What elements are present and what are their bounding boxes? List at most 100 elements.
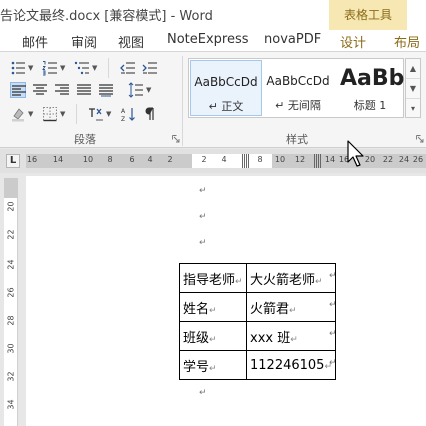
borders-icon[interactable] <box>42 106 58 122</box>
ruler-tick: 14 <box>324 155 336 164</box>
styles-gallery-scroll: ▲ ▼ ▾ <box>405 58 421 118</box>
svg-text:A: A <box>121 108 126 115</box>
borders-dropdown-icon[interactable]: ▼ <box>60 110 65 118</box>
table-cell[interactable]: 班级↵ <box>179 321 247 351</box>
numbering-dropdown-icon[interactable]: ▼ <box>60 64 65 72</box>
ruler-tick: 16 <box>26 155 38 164</box>
cell-end-mark: ↵ <box>209 363 217 374</box>
cell-end-mark: ↵ <box>235 276 243 287</box>
ruler-tick: 6 <box>129 155 135 164</box>
group-divider <box>182 56 183 146</box>
divider <box>108 58 109 78</box>
styles-dialog-launcher-icon[interactable] <box>416 135 424 143</box>
tab-review[interactable]: 审阅 <box>71 32 97 51</box>
tab-novapdf[interactable]: novaPDF <box>264 32 321 47</box>
ruler-tick: 24 <box>6 259 16 270</box>
style-sample: AaBb <box>340 66 405 91</box>
paragraph-mark: ↵ <box>199 212 207 222</box>
align-left-icon[interactable] <box>10 82 26 98</box>
cell-end-mark: ↵ <box>289 305 297 316</box>
text-direction-dropdown-icon[interactable]: ▼ <box>106 110 111 118</box>
row-end-mark: ↵ <box>329 300 337 310</box>
paragraph-dialog-launcher-icon[interactable] <box>172 135 180 143</box>
ruler-tick: 30 <box>6 343 16 354</box>
bullets-icon[interactable] <box>10 60 26 76</box>
ruler-tick: 8 <box>257 155 263 164</box>
svg-text:Z: Z <box>121 116 125 122</box>
justify-icon[interactable] <box>76 82 92 98</box>
numbering-icon[interactable] <box>42 60 58 76</box>
ruler-tick: 26 <box>6 287 16 298</box>
mouse-pointer-icon <box>347 140 364 167</box>
ruler-tick: 4 <box>221 155 227 164</box>
info-table[interactable]: 指导老师↵ 大火箭老师↵ 姓名↵ 火箭君↵ 班级↵ xxx 班↵ 学号↵ 112… <box>179 263 336 380</box>
decrease-indent-icon[interactable] <box>120 60 136 76</box>
styles-gallery: AaBbCcDd ↵ 正文 AaBbCcDd ↵ 无间隔 AaBb 标题 1 <box>188 58 404 118</box>
tab-noteexpress[interactable]: NoteExpress <box>167 32 249 47</box>
multilevel-dropdown-icon[interactable]: ▼ <box>92 64 97 72</box>
cell-text: xxx 班 <box>250 330 291 346</box>
text-direction-icon[interactable] <box>88 106 104 122</box>
show-hide-marks-icon[interactable] <box>142 106 158 122</box>
column-marker[interactable] <box>242 154 249 168</box>
shading-icon[interactable] <box>10 106 26 122</box>
tab-design[interactable]: 设计 <box>340 32 366 51</box>
gallery-up-icon[interactable]: ▲ <box>406 59 420 79</box>
table-cell[interactable]: 学号↵ <box>179 350 247 380</box>
ruler-tick: 22 <box>6 229 16 240</box>
ruler-tick: 2 <box>167 155 173 164</box>
table-cell[interactable]: 大火箭老师↵ <box>246 263 336 293</box>
distributed-icon[interactable] <box>98 82 114 98</box>
tab-mailings[interactable]: 邮件 <box>22 32 48 51</box>
style-name: ↵ 无间隔 <box>275 99 321 112</box>
multilevel-list-icon[interactable] <box>74 60 90 76</box>
ruler-tick: 20 <box>364 155 376 164</box>
horizontal-ruler[interactable]: 16 14 10 8 6 4 2 2 4 8 10 12 14 16 20 22… <box>26 154 426 168</box>
align-center-icon[interactable] <box>32 82 48 98</box>
table-row: 学号↵ 112246105↵ <box>179 350 336 380</box>
divider <box>76 104 77 124</box>
line-spacing-dropdown-icon[interactable]: ▼ <box>146 86 151 94</box>
ribbon: ▼ ▼ ▼ ▼ ▼ ▼ ▼ AZ 段落 AaBbCcDd ↵ 正文 AaBbCc… <box>0 52 426 148</box>
window-title: 告论文最终.docx [兼容模式] - Word <box>0 9 213 24</box>
cell-text: 学号 <box>183 359 210 375</box>
cell-text: 112246105 <box>250 357 325 373</box>
tab-view[interactable]: 视图 <box>118 32 144 51</box>
paragraph-mark: ↵ <box>199 238 207 248</box>
style-heading-1[interactable]: AaBb 标题 1 <box>334 60 406 116</box>
tab-selector[interactable]: L <box>6 154 20 168</box>
title-bar: 告论文最终.docx [兼容模式] - Word 表格工具 <box>0 0 426 30</box>
gallery-down-icon[interactable]: ▼ <box>406 79 420 99</box>
style-normal[interactable]: AaBbCcDd ↵ 正文 <box>190 60 262 116</box>
cell-text: 火箭君 <box>250 301 290 317</box>
cell-end-mark: ↵ <box>315 276 323 287</box>
column-marker[interactable] <box>314 154 321 168</box>
ruler-tick: 26 <box>412 155 424 164</box>
table-row: 班级↵ xxx 班↵ <box>179 321 336 351</box>
bullets-dropdown-icon[interactable]: ▼ <box>28 64 33 72</box>
table-cell[interactable]: 指导老师↵ <box>179 263 247 293</box>
tab-layout[interactable]: 布局 <box>394 32 420 51</box>
table-row: 指导老师↵ 大火箭老师↵ <box>179 263 336 293</box>
table-cell[interactable]: 112246105 ↵ <box>246 350 336 380</box>
table-cell[interactable]: 姓名↵ <box>179 292 247 322</box>
row-end-mark: ↵ <box>329 329 337 339</box>
shading-dropdown-icon[interactable]: ▼ <box>28 110 33 118</box>
cell-end-mark: ↵ <box>290 334 298 345</box>
increase-indent-icon[interactable] <box>142 60 158 76</box>
gallery-more-icon[interactable]: ▾ <box>406 99 420 119</box>
style-sample: AaBbCcDd <box>194 75 258 89</box>
ruler-tick: 14 <box>52 155 64 164</box>
ribbon-tab-row: 邮件 审阅 视图 NoteExpress novaPDF 设计 布局 <box>0 30 426 52</box>
style-no-spacing[interactable]: AaBbCcDd ↵ 无间隔 <box>262 60 334 116</box>
styles-group-label: 样式 <box>286 133 308 146</box>
ruler-tick: 24 <box>398 155 410 164</box>
sort-icon[interactable]: AZ <box>120 106 136 122</box>
table-cell[interactable]: 火箭君↵ <box>246 292 336 322</box>
line-spacing-icon[interactable] <box>128 82 144 98</box>
align-right-icon[interactable] <box>54 82 70 98</box>
table-tools-context-group: 表格工具 <box>329 0 407 30</box>
vertical-ruler[interactable]: 20 22 24 26 28 30 32 34 <box>4 178 18 426</box>
cell-text: 指导老师 <box>183 272 236 288</box>
table-cell[interactable]: xxx 班↵ <box>246 321 336 351</box>
